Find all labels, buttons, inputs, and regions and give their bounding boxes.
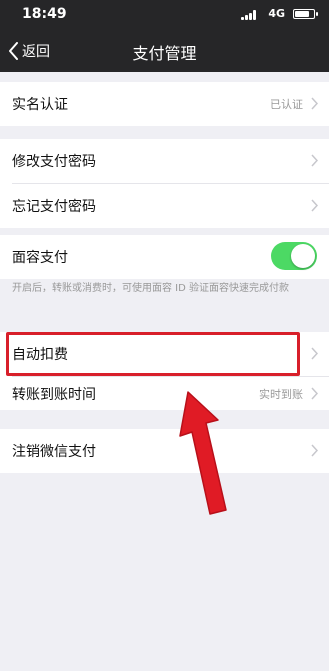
identity-status: 已认证 — [270, 98, 303, 111]
screen: 18:49 4G 返回 支付管理 实名认证 已认证 修改支付密码 忘记支付密码 … — [0, 0, 329, 671]
highlight-box — [6, 332, 300, 376]
battery-icon — [293, 9, 318, 19]
signal-icon — [241, 10, 257, 20]
nav-bar: 返回 支付管理 — [0, 30, 329, 72]
status-bar: 18:49 4G — [0, 0, 329, 30]
chevron-right-icon — [311, 444, 318, 457]
top-bar: 18:49 4G 返回 支付管理 — [0, 0, 329, 72]
cancel-group: 注销微信支付 — [0, 429, 329, 473]
identity-row[interactable]: 实名认证 已认证 — [0, 82, 329, 126]
cancel-wechat-pay-label: 注销微信支付 — [12, 444, 96, 460]
face-pay-label: 面容支付 — [12, 250, 68, 266]
transfer-time-row[interactable]: 转账到账时间 实时到账 — [0, 377, 329, 410]
change-password-row[interactable]: 修改支付密码 — [0, 139, 329, 183]
network-type: 4G — [268, 7, 285, 20]
transfer-time-value: 实时到账 — [259, 387, 303, 401]
identity-label: 实名认证 — [12, 97, 68, 113]
face-pay-note: 开启后，转账或消费时，可使用面容 ID 验证面容快速完成付款 — [12, 283, 290, 294]
face-pay-row: 面容支付 — [0, 235, 329, 279]
page-title: 支付管理 — [132, 44, 197, 63]
cancel-wechat-pay-row[interactable]: 注销微信支付 — [0, 429, 329, 473]
chevron-right-icon — [311, 387, 318, 400]
change-password-label: 修改支付密码 — [12, 154, 96, 170]
chevron-right-icon — [311, 199, 318, 212]
chevron-right-icon — [311, 154, 318, 167]
identity-group: 实名认证 已认证 — [0, 82, 329, 126]
face-pay-group: 面容支付 — [0, 235, 329, 279]
face-pay-toggle[interactable] — [271, 242, 317, 270]
toggle-knob — [291, 244, 315, 268]
transfer-time-label: 转账到账时间 — [12, 386, 96, 403]
chevron-right-icon — [311, 347, 318, 360]
chevron-right-icon — [311, 97, 318, 110]
forgot-password-row[interactable]: 忘记支付密码 — [0, 184, 329, 228]
status-time: 18:49 — [22, 6, 67, 22]
password-group: 修改支付密码 忘记支付密码 — [0, 139, 329, 228]
forgot-password-label: 忘记支付密码 — [12, 199, 96, 215]
